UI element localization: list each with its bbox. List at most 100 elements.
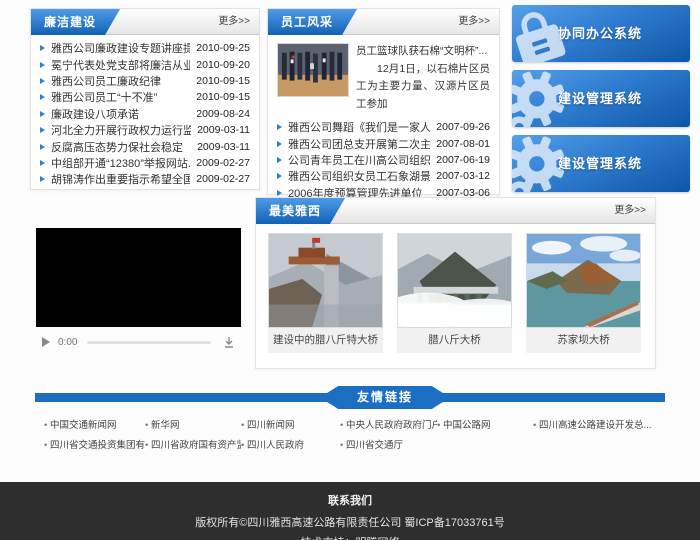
- integrity-news-list: 雅西公司廉政建设专题讲座提纲2010-09-25 冕宁代表处党支部将廉洁从业学.…: [31, 35, 259, 188]
- friend-link[interactable]: 中国公路网: [437, 417, 533, 431]
- news-date: 2007-08-01: [436, 138, 490, 150]
- news-item[interactable]: 雅西公司舞蹈《我们是一家人》... 2007-09-26: [268, 119, 499, 135]
- news-date: 2009-02-27: [196, 173, 250, 185]
- basketball-photo: [277, 43, 349, 97]
- news-title: 河北全力开展行政权力运行监控...: [51, 122, 191, 138]
- news-item[interactable]: 胡锦涛作出重要指示希望全国纪... 2009-02-27: [31, 171, 259, 187]
- gallery-photo[interactable]: 腊八斤大桥: [397, 233, 512, 353]
- video-player[interactable]: 0:00: [36, 228, 241, 357]
- integrity-panel-title: 廉洁建设: [31, 9, 120, 35]
- friend-link[interactable]: 中国交通新闻网: [44, 417, 145, 431]
- news-item[interactable]: 公司青年员工在川高公司组织的...2007-06-19: [268, 152, 499, 168]
- news-item[interactable]: 中组部开通“12380”举报网站... 2009-02-27: [31, 155, 259, 171]
- friend-link-label: 中国公路网: [443, 420, 491, 431]
- friend-links-list: 中国交通新闻网 新华网 四川新闻网 中央人民政府政府门户网 中国公路网 四川高速…: [44, 414, 659, 454]
- friend-links-title: 友情链接: [320, 386, 450, 409]
- video-controls: 0:00: [36, 327, 241, 357]
- friend-link[interactable]: 四川人民政府: [241, 437, 340, 451]
- news-item[interactable]: 雅西公司廉政建设专题讲座提纲2010-09-25: [31, 40, 259, 56]
- friend-link-label: 四川省政府国有资产监督...: [151, 440, 241, 451]
- staff-panel-title: 员工风采: [268, 9, 357, 35]
- news-title: 胡锦涛作出重要指示希望全国纪...: [51, 171, 190, 187]
- play-icon[interactable]: [42, 337, 50, 347]
- arrow-bullet-icon: [40, 94, 45, 100]
- friend-link[interactable]: 四川高速公路建设开发总...: [533, 417, 653, 431]
- arrow-bullet-icon: [40, 160, 45, 166]
- news-title: 雅西公司组织女员工石象湖景区...: [288, 168, 430, 184]
- news-date: 2010-09-20: [196, 59, 250, 71]
- news-item[interactable]: 雅西公司组织女员工石象湖景区... 2007-03-12: [268, 168, 499, 184]
- news-item[interactable]: 河北全力开展行政权力运行监控...2009-03-11: [31, 122, 259, 138]
- system-link-oa[interactable]: 协同办公系统: [512, 5, 690, 62]
- video-screen[interactable]: [36, 228, 241, 327]
- video-time: 0:00: [58, 337, 77, 348]
- integrity-panel: 廉洁建设 更多>> 雅西公司廉政建设专题讲座提纲2010-09-25 冕宁代表处…: [30, 8, 260, 190]
- system-link-construction-1[interactable]: 建设管理系统: [512, 70, 690, 127]
- copyright-text: 版权所有©四川雅西高速公路有限责任公司 蜀ICP备17033761号: [0, 514, 700, 530]
- featured-summary: 12月1日，以石棉片区员工为主要力量、汉源片区员工参加: [356, 61, 490, 114]
- arrow-bullet-icon: [40, 127, 45, 133]
- featured-title[interactable]: 员工篮球队获石棉“文明杯”...: [356, 43, 490, 61]
- gallery-panel-title: 最美雅西: [256, 198, 345, 224]
- news-date: 2007-03-12: [436, 170, 490, 182]
- news-item[interactable]: 雅西公司员工“十不准”2010-09-15: [31, 89, 259, 105]
- bridge-construction-photo: [268, 233, 383, 328]
- photo-caption: 建设中的腊八斤特大桥: [268, 328, 383, 353]
- arrow-bullet-icon: [40, 111, 45, 117]
- arrow-bullet-icon: [277, 157, 282, 163]
- staff-more-link[interactable]: 更多>>: [458, 9, 490, 35]
- page-footer: 联系我们 版权所有©四川雅西高速公路有限责任公司 蜀ICP备17033761号 …: [0, 482, 700, 540]
- friend-link[interactable]: 四川省政府国有资产监督...: [145, 437, 241, 451]
- friend-links-banner: 友情链接: [35, 393, 665, 402]
- news-date: 2010-09-15: [196, 91, 250, 103]
- friend-link-label: 四川省交通投资集团有限...: [50, 440, 145, 451]
- news-title: 中组部开通“12380”举报网站...: [51, 155, 190, 171]
- news-item[interactable]: 反腐高压态势力保社会稳定2009-03-11: [31, 138, 259, 154]
- arrow-bullet-icon: [40, 45, 45, 51]
- news-item[interactable]: 雅西公司员工廉政纪律 2010-09-15: [31, 73, 259, 89]
- staff-news-list: 雅西公司舞蹈《我们是一家人》... 2007-09-26 雅西公司团总支开展第二次…: [268, 117, 499, 201]
- arrow-bullet-icon: [40, 62, 45, 68]
- news-item[interactable]: 冕宁代表处党支部将廉洁从业学... 2010-09-20: [31, 56, 259, 72]
- arrow-bullet-icon: [40, 176, 45, 182]
- news-date: 2010-09-15: [196, 75, 250, 87]
- contact-us-link[interactable]: 联系我们: [0, 482, 700, 508]
- arrow-bullet-icon: [40, 78, 45, 84]
- gallery-photo[interactable]: 苏家坝大桥: [526, 233, 641, 353]
- photo-caption: 腊八斤大桥: [397, 328, 512, 353]
- foggy-bridge-photo: [397, 233, 512, 328]
- friend-link[interactable]: 新华网: [145, 417, 241, 431]
- staff-title-text: 员工风采: [281, 15, 333, 29]
- staff-featured-article[interactable]: 员工篮球队获石棉“文明杯”... 12月1日，以石棉片区员工为主要力量、汉源片区…: [277, 43, 490, 113]
- news-title: 雅西公司员工廉政纪律: [51, 73, 190, 89]
- gallery-title-text: 最美雅西: [269, 204, 321, 218]
- friend-link[interactable]: 四川新闻网: [241, 417, 340, 431]
- gallery-more-link[interactable]: 更多>>: [614, 198, 646, 224]
- gallery-panel-header: 最美雅西 更多>>: [256, 198, 655, 224]
- friend-link-label: 四川省交通厅: [346, 440, 403, 451]
- staff-featured-text: 员工篮球队获石棉“文明杯”... 12月1日，以石棉片区员工为主要力量、汉源片区…: [356, 43, 490, 113]
- page: 廉洁建设 更多>> 雅西公司廉政建设专题讲座提纲2010-09-25 冕宁代表处…: [0, 0, 700, 540]
- news-date: 2007-09-26: [436, 121, 490, 133]
- news-date: 2007-06-19: [436, 154, 490, 166]
- system-link-label: 建设管理系统: [558, 135, 642, 192]
- friend-link[interactable]: 中央人民政府政府门户网: [340, 417, 437, 431]
- friend-link[interactable]: 四川省交通厅: [340, 437, 437, 451]
- news-item[interactable]: 雅西公司团总支开展第二次主题... 2007-08-01: [268, 135, 499, 151]
- news-title: 冕宁代表处党支部将廉洁从业学...: [51, 57, 190, 73]
- staff-panel-header: 员工风采 更多>>: [268, 9, 499, 35]
- news-date: 2009-02-27: [196, 157, 250, 169]
- news-title: 雅西公司团总支开展第二次主题...: [288, 136, 430, 152]
- video-progress-bar[interactable]: [87, 341, 211, 344]
- photo-caption: 苏家坝大桥: [526, 328, 641, 353]
- news-title: 雅西公司舞蹈《我们是一家人》...: [288, 119, 430, 135]
- integrity-more-link[interactable]: 更多>>: [218, 9, 250, 35]
- news-item[interactable]: 廉政建设八项承诺2009-08-24: [31, 106, 259, 122]
- download-icon[interactable]: [223, 336, 235, 348]
- arrow-bullet-icon: [277, 141, 282, 147]
- news-date: 2010-09-25: [196, 42, 250, 54]
- friend-link[interactable]: 四川省交通投资集团有限...: [44, 437, 145, 451]
- system-link-construction-2[interactable]: 建设管理系统: [512, 135, 690, 192]
- gallery-photo-strip: 建设中的腊八斤特大桥 腊八斤大桥: [256, 224, 655, 353]
- gallery-photo[interactable]: 建设中的腊八斤特大桥: [268, 233, 383, 353]
